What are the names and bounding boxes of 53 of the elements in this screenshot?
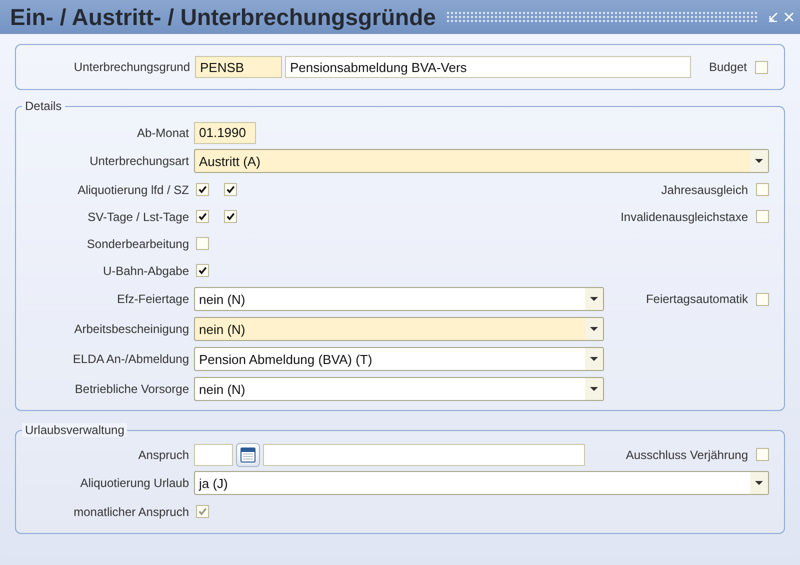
dropdown[interactable]: nein (N) [194, 377, 604, 401]
input-field[interactable]: PENSB [195, 56, 282, 78]
field-label: monatlicher Anspruch [72, 504, 190, 518]
field-label: Sonderbearbeitung [86, 236, 190, 250]
checkbox-label: Feiertagsautomatik [646, 292, 748, 306]
caret-icon [590, 327, 598, 331]
checkbox[interactable] [196, 183, 209, 196]
field-label: Aliquotierung Urlaub [79, 476, 190, 490]
caret-icon [755, 159, 763, 163]
caret-icon [590, 387, 598, 391]
minimize-icon[interactable] [768, 12, 778, 22]
input-field[interactable] [263, 444, 585, 466]
group-title: Urlaubsverwaltung [22, 423, 128, 437]
field-label: Efz-Feiertage [116, 292, 190, 306]
close-icon[interactable] [784, 12, 794, 22]
field-label: Unterbrechungsart [88, 154, 190, 168]
field-label: ELDA An-/Abmeldung [72, 352, 190, 366]
field-label: U-Bahn-Abgabe [102, 264, 190, 278]
input-field[interactable]: Pensionsabmeldung BVA-Vers [285, 56, 691, 78]
checkbox[interactable] [756, 183, 769, 196]
caret-icon [755, 481, 763, 485]
dropdown[interactable]: ja (J) [194, 471, 769, 495]
checkbox[interactable] [756, 292, 769, 306]
checkbox-label: Budget [708, 60, 747, 74]
field-label: Ab-Monat [136, 126, 190, 140]
calendar-button[interactable] [236, 442, 260, 466]
field-label: Unterbrechungsgrund [72, 60, 191, 74]
checkbox[interactable] [196, 237, 209, 250]
dropdown[interactable]: nein (N) [194, 287, 604, 311]
checkbox[interactable] [224, 210, 237, 223]
checkbox[interactable] [196, 210, 209, 223]
dropdown[interactable]: Austritt (A) [194, 149, 769, 173]
checkbox[interactable] [224, 183, 237, 196]
caret-icon [590, 297, 598, 301]
field-label: Arbeitsbescheinigung [73, 322, 190, 336]
field-label: Aliquotierung lfd / SZ [76, 182, 190, 196]
checkbox[interactable] [755, 60, 768, 74]
field-label: Betriebliche Vorsorge [74, 382, 190, 396]
field-label: SV-Tage / Lst-Tage [86, 210, 190, 224]
checkbox-label: Ausschluss Verjährung [626, 448, 748, 462]
checkbox[interactable] [196, 264, 209, 277]
group-title: Details [22, 99, 65, 113]
caret-icon [590, 357, 598, 361]
checkbox-label: Invalidenausgleichstaxe [620, 210, 748, 224]
dropdown[interactable]: Pension Abmeldung (BVA) (T) [194, 347, 604, 371]
dropdown[interactable]: nein (N) [194, 317, 604, 341]
input-field[interactable]: 01.1990 [194, 122, 256, 144]
field-label: Anspruch [137, 448, 190, 462]
window-title: Ein- / Austritt- / Unterbrechungsgründe [10, 4, 436, 30]
checkbox[interactable] [756, 210, 769, 223]
checkbox[interactable] [756, 448, 769, 461]
input-field[interactable] [194, 444, 233, 466]
checkbox-label: Jahresausgleich [661, 182, 748, 196]
